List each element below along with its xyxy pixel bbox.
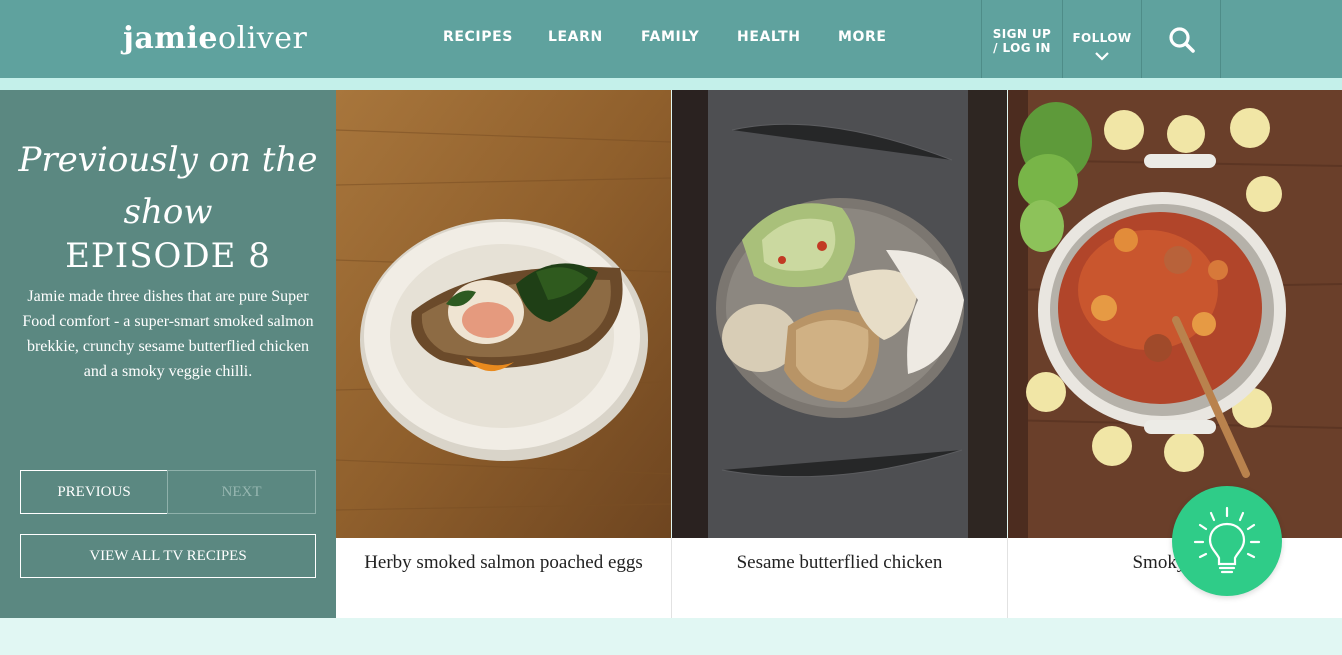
recipe-image-salmon — [336, 90, 671, 538]
lightbulb-icon — [1193, 506, 1261, 574]
recipe-card-salmon[interactable]: Herby smoked salmon poached eggs — [336, 90, 671, 618]
nav-family[interactable]: FAMILY — [641, 0, 699, 78]
header-divider — [1220, 0, 1221, 78]
nav-health[interactable]: HEALTH — [737, 0, 801, 78]
chevron-down-icon — [1094, 50, 1110, 64]
nav-learn[interactable]: LEARN — [548, 0, 603, 78]
site-logo[interactable]: jamieoliver — [123, 17, 307, 61]
search-button[interactable] — [1142, 0, 1220, 78]
episode-description: Jamie made three dishes that are pure Su… — [22, 288, 314, 380]
recipe-image-chicken — [672, 90, 1007, 538]
recipe-title[interactable]: Herby smoked salmon poached eggs — [348, 548, 659, 577]
header-accent-band — [0, 78, 1342, 90]
nav-recipes[interactable]: RECIPES — [443, 0, 513, 78]
episode-title: EPISODE 8 — [65, 236, 271, 276]
follow-dropdown[interactable]: FOLLOW — [1063, 0, 1141, 78]
follow-label: FOLLOW — [1072, 31, 1132, 45]
next-button[interactable]: NEXT — [167, 470, 316, 514]
site-header: jamieoliver RECIPES LEARN FAMILY HEALTH … — [0, 0, 1342, 78]
card-divider — [1007, 538, 1008, 618]
card-divider — [671, 538, 672, 618]
view-all-tv-recipes-button[interactable]: VIEW ALL TV RECIPES — [20, 534, 316, 578]
signup-label: SIGN UP — [992, 27, 1052, 41]
logo-text-light: oliver — [218, 21, 308, 56]
tips-button[interactable] — [1172, 486, 1282, 596]
episode-panel: Previously on the show EPISODE 8 Jamie m… — [0, 90, 336, 618]
login-label: / LOG IN — [993, 41, 1051, 55]
previous-button[interactable]: PREVIOUS — [20, 470, 168, 514]
logo-text-bold: jamie — [123, 21, 219, 56]
recipe-image-chilli — [1008, 90, 1342, 538]
nav-more[interactable]: MORE — [838, 0, 887, 78]
signup-login-link[interactable]: SIGN UP / LOG IN — [982, 0, 1062, 78]
previously-heading: Previously on the show — [18, 140, 318, 232]
search-icon — [1169, 27, 1195, 53]
recipe-title[interactable]: Sesame butterflied chicken — [684, 548, 995, 577]
recipe-card-chicken[interactable]: Sesame butterflied chicken — [672, 90, 1007, 618]
